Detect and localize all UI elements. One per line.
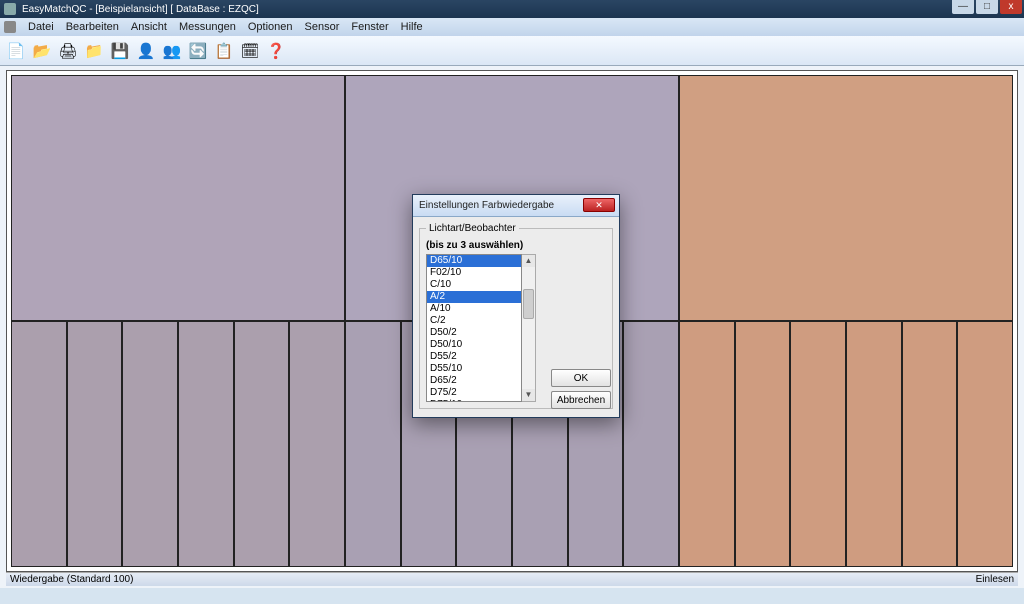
sample-swatch-2-3 — [846, 321, 902, 567]
color-render-settings-dialog: Einstellungen Farbwiedergabe ✕ Lichtart/… — [412, 194, 620, 418]
sample-swatch-0-5 — [289, 321, 345, 567]
menu-bar: DateiBearbeitenAnsichtMessungenOptionenS… — [0, 18, 1024, 36]
illuminant-option[interactable]: A/2 — [427, 291, 521, 303]
sample-swatch-0-1 — [67, 321, 123, 567]
toolbar-refresh-button[interactable]: 🔄 — [186, 39, 210, 63]
title-bar: EasyMatchQC - [Beispielansicht] [ DataBa… — [0, 0, 1024, 18]
toolbar-clipboard-button[interactable]: 📋 — [212, 39, 236, 63]
sample-group-2 — [679, 321, 1013, 567]
group-legend: Lichtart/Beobachter — [426, 223, 519, 234]
minimize-button[interactable]: — — [952, 0, 974, 14]
cancel-button[interactable]: Abbrechen — [551, 391, 611, 409]
illuminant-option[interactable]: D65/10 — [427, 255, 521, 267]
menu-fenster[interactable]: Fenster — [345, 21, 394, 33]
standard-swatch-2 — [679, 75, 1013, 321]
sample-swatch-2-1 — [735, 321, 791, 567]
sample-swatch-2-2 — [790, 321, 846, 567]
illuminant-option[interactable]: F02/10 — [427, 267, 521, 279]
window-title: EasyMatchQC - [Beispielansicht] [ DataBa… — [22, 4, 259, 15]
toolbar-print-button[interactable]: 🖨 — [56, 39, 80, 63]
sample-swatch-0-4 — [234, 321, 290, 567]
illuminant-option[interactable]: D55/2 — [427, 351, 521, 363]
menu-datei[interactable]: Datei — [22, 21, 60, 33]
menu-hilfe[interactable]: Hilfe — [395, 21, 429, 33]
dialog-title: Einstellungen Farbwiedergabe — [419, 200, 554, 211]
toolbar: 📄📂🖨📁💾👤👥🔄📋🗓❓ — [0, 36, 1024, 66]
illuminant-option[interactable]: D65/2 — [427, 375, 521, 387]
toolbar-folder-button[interactable]: 📁 — [82, 39, 106, 63]
status-right: Einlesen — [976, 574, 1014, 585]
sample-swatch-0-0 — [11, 321, 67, 567]
menu-sensor[interactable]: Sensor — [299, 21, 346, 33]
illuminant-option[interactable]: D50/10 — [427, 339, 521, 351]
toolbar-users-button[interactable]: 👥 — [160, 39, 184, 63]
menu-optionen[interactable]: Optionen — [242, 21, 299, 33]
toolbar-calendar-button[interactable]: 🗓 — [238, 39, 262, 63]
dialog-close-button[interactable]: ✕ — [583, 198, 615, 212]
sample-swatch-1-0 — [345, 321, 401, 567]
status-left: Wiedergabe (Standard 100) — [10, 574, 133, 585]
sample-swatch-1-5 — [623, 321, 679, 567]
listbox-scrollbar[interactable]: ▲ ▼ — [522, 254, 536, 402]
sample-swatch-2-5 — [957, 321, 1013, 567]
maximize-button[interactable]: □ — [976, 0, 998, 14]
illuminant-listbox[interactable]: D65/10F02/10C/10A/2A/10C/2D50/2D50/10D55… — [426, 254, 522, 402]
sample-swatch-2-0 — [679, 321, 735, 567]
toolbar-user-button[interactable]: 👤 — [134, 39, 158, 63]
group-subheader: (bis zu 3 auswählen) — [426, 240, 606, 251]
illuminant-option[interactable]: C/10 — [427, 279, 521, 291]
illuminant-option[interactable]: C/2 — [427, 315, 521, 327]
sample-swatch-2-4 — [902, 321, 958, 567]
toolbar-open-button[interactable]: 📂 — [30, 39, 54, 63]
scroll-up-icon[interactable]: ▲ — [525, 255, 533, 267]
toolbar-save-button[interactable]: 💾 — [108, 39, 132, 63]
menu-messungen[interactable]: Messungen — [173, 21, 242, 33]
sample-swatch-0-3 — [178, 321, 234, 567]
ok-button[interactable]: OK — [551, 369, 611, 387]
menu-ansicht[interactable]: Ansicht — [125, 21, 173, 33]
scroll-down-icon[interactable]: ▼ — [525, 389, 533, 401]
sample-group-0 — [11, 321, 345, 567]
illuminant-option[interactable]: D75/10 — [427, 399, 521, 402]
illuminant-option[interactable]: D50/2 — [427, 327, 521, 339]
menu-bearbeiten[interactable]: Bearbeiten — [60, 21, 125, 33]
illuminant-option[interactable]: D75/2 — [427, 387, 521, 399]
standard-swatch-0 — [11, 75, 345, 321]
illuminant-option[interactable]: D55/10 — [427, 363, 521, 375]
app-icon — [4, 3, 16, 15]
mdi-child-icon — [4, 21, 16, 33]
sample-swatch-0-2 — [122, 321, 178, 567]
toolbar-help-button[interactable]: ❓ — [264, 39, 288, 63]
scroll-thumb[interactable] — [523, 289, 534, 319]
toolbar-new-button[interactable]: 📄 — [4, 39, 28, 63]
illuminant-option[interactable]: A/10 — [427, 303, 521, 315]
close-button[interactable]: x — [1000, 0, 1022, 14]
